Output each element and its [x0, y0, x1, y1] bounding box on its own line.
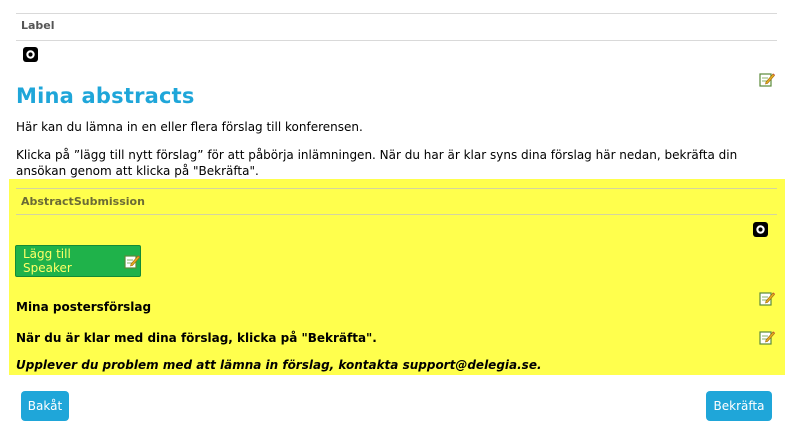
add-speaker-button[interactable]: Lägg till Speaker	[15, 245, 141, 277]
abstract-submission-heading: AbstractSubmission	[21, 195, 145, 208]
confirm-button-label: Bekräfta	[713, 399, 765, 413]
confirm-note: När du är klar med dina förslag, klicka …	[16, 331, 377, 345]
gear-icon[interactable]	[23, 47, 38, 62]
instructions-text: Klicka på ”lägg till nytt förslag” för a…	[16, 148, 738, 178]
page-title: Mina abstracts	[16, 84, 195, 108]
edit-icon[interactable]	[759, 329, 775, 345]
abstract-submission-panel	[9, 179, 785, 375]
back-button-label: Bakåt	[27, 399, 63, 413]
divider	[16, 40, 777, 41]
divider	[16, 13, 777, 14]
intro-text: Här kan du lämna in en eller flera försl…	[16, 120, 363, 134]
gear-icon[interactable]	[753, 222, 768, 237]
confirm-button[interactable]: Bekräfta	[706, 391, 772, 421]
divider	[16, 214, 777, 215]
back-button[interactable]: Bakåt	[21, 391, 69, 421]
edit-icon	[124, 253, 140, 269]
poster-proposals-heading: Mina postersförslag	[16, 300, 152, 314]
add-speaker-label: Lägg till Speaker	[23, 247, 72, 275]
label-widget-heading: Label	[21, 19, 55, 32]
edit-icon[interactable]	[759, 290, 775, 306]
edit-icon[interactable]	[759, 71, 775, 87]
support-note: Upplever du problem med att lämna in för…	[16, 358, 542, 372]
divider	[16, 188, 777, 189]
